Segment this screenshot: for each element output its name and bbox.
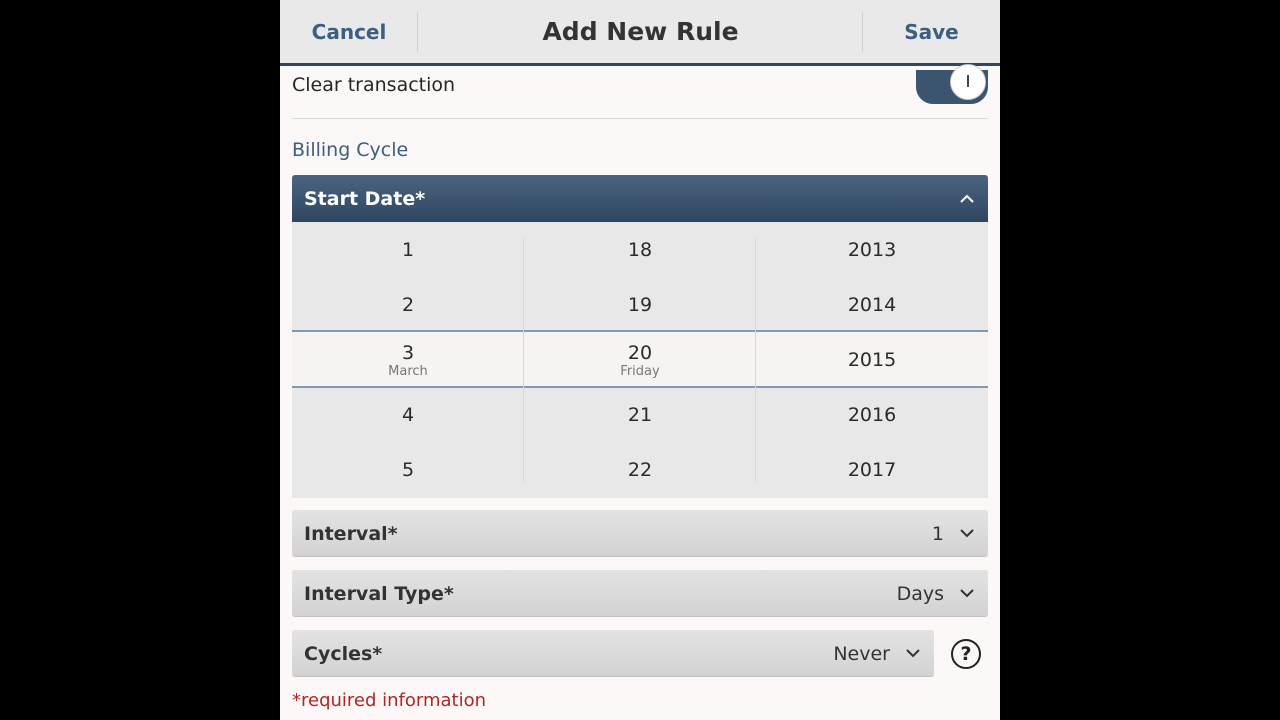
picker-year-item[interactable]: 2013 bbox=[756, 239, 988, 269]
interval-value: 1 bbox=[931, 522, 944, 545]
picker-year-column[interactable]: 2013 2014 2015 2016 2017 bbox=[756, 222, 988, 498]
interval-type-value: Days bbox=[896, 582, 944, 605]
page-title: Add New Rule bbox=[542, 17, 739, 46]
picker-day-item[interactable]: 21 bbox=[524, 404, 756, 434]
clear-transaction-label: Clear transaction bbox=[292, 74, 456, 96]
selected-month-name: March bbox=[388, 364, 428, 379]
picker-month-item[interactable]: 1 bbox=[292, 239, 524, 269]
cycles-label: Cycles* bbox=[304, 642, 383, 665]
picker-day-selected[interactable]: 20 Friday bbox=[524, 342, 756, 380]
required-info-note: *required information bbox=[292, 690, 487, 711]
chevron-up-icon bbox=[960, 194, 974, 203]
clear-transaction-toggle[interactable] bbox=[916, 64, 988, 104]
picker-year-item[interactable]: 2014 bbox=[756, 294, 988, 324]
app-screen: Cancel Add New Rule Save Clear transacti… bbox=[280, 0, 1000, 720]
save-button[interactable]: Save bbox=[863, 0, 1000, 63]
picker-year-selected[interactable]: 2015 bbox=[756, 349, 988, 379]
picker-day-column[interactable]: 18 19 20 Friday 21 22 bbox=[524, 222, 756, 498]
picker-day-item[interactable]: 19 bbox=[524, 294, 756, 324]
start-date-dropdown[interactable]: Start Date* bbox=[292, 175, 988, 222]
interval-type-dropdown[interactable]: Interval Type* Days bbox=[292, 570, 988, 617]
help-icon[interactable]: ? bbox=[951, 639, 981, 669]
selected-weekday: Friday bbox=[620, 364, 660, 379]
interval-dropdown[interactable]: Interval* 1 bbox=[292, 510, 988, 557]
chevron-down-icon bbox=[960, 529, 974, 538]
cancel-button[interactable]: Cancel bbox=[280, 0, 418, 63]
toggle-knob bbox=[950, 64, 986, 100]
chevron-down-icon bbox=[960, 589, 974, 598]
picker-year-item[interactable]: 2017 bbox=[756, 459, 988, 489]
picker-day-item[interactable]: 18 bbox=[524, 239, 756, 269]
chevron-down-icon bbox=[906, 649, 920, 658]
selected-day-number: 20 bbox=[627, 342, 653, 364]
picker-month-item[interactable]: 2 bbox=[292, 294, 524, 324]
selected-month-number: 3 bbox=[401, 342, 415, 364]
toggle-on-icon bbox=[967, 75, 969, 87]
picker-month-column[interactable]: 1 2 3 March 4 5 bbox=[292, 222, 524, 498]
title-bar: Cancel Add New Rule Save bbox=[280, 0, 1000, 66]
cycles-value: Never bbox=[833, 642, 890, 665]
picker-month-item[interactable]: 4 bbox=[292, 404, 524, 434]
clear-transaction-row: Clear transaction bbox=[292, 64, 988, 119]
picker-month-item[interactable]: 5 bbox=[292, 459, 524, 489]
picker-year-item[interactable]: 2016 bbox=[756, 404, 988, 434]
date-picker: 1 2 3 March 4 5 18 19 20 Friday 21 22 20… bbox=[292, 222, 988, 498]
picker-day-item[interactable]: 22 bbox=[524, 459, 756, 489]
start-date-label: Start Date* bbox=[304, 187, 426, 210]
billing-cycle-heading: Billing Cycle bbox=[292, 139, 409, 161]
interval-type-label: Interval Type* bbox=[304, 582, 454, 605]
cycles-dropdown[interactable]: Cycles* Never bbox=[292, 630, 934, 677]
interval-label: Interval* bbox=[304, 522, 398, 545]
picker-month-selected[interactable]: 3 March bbox=[292, 342, 524, 380]
